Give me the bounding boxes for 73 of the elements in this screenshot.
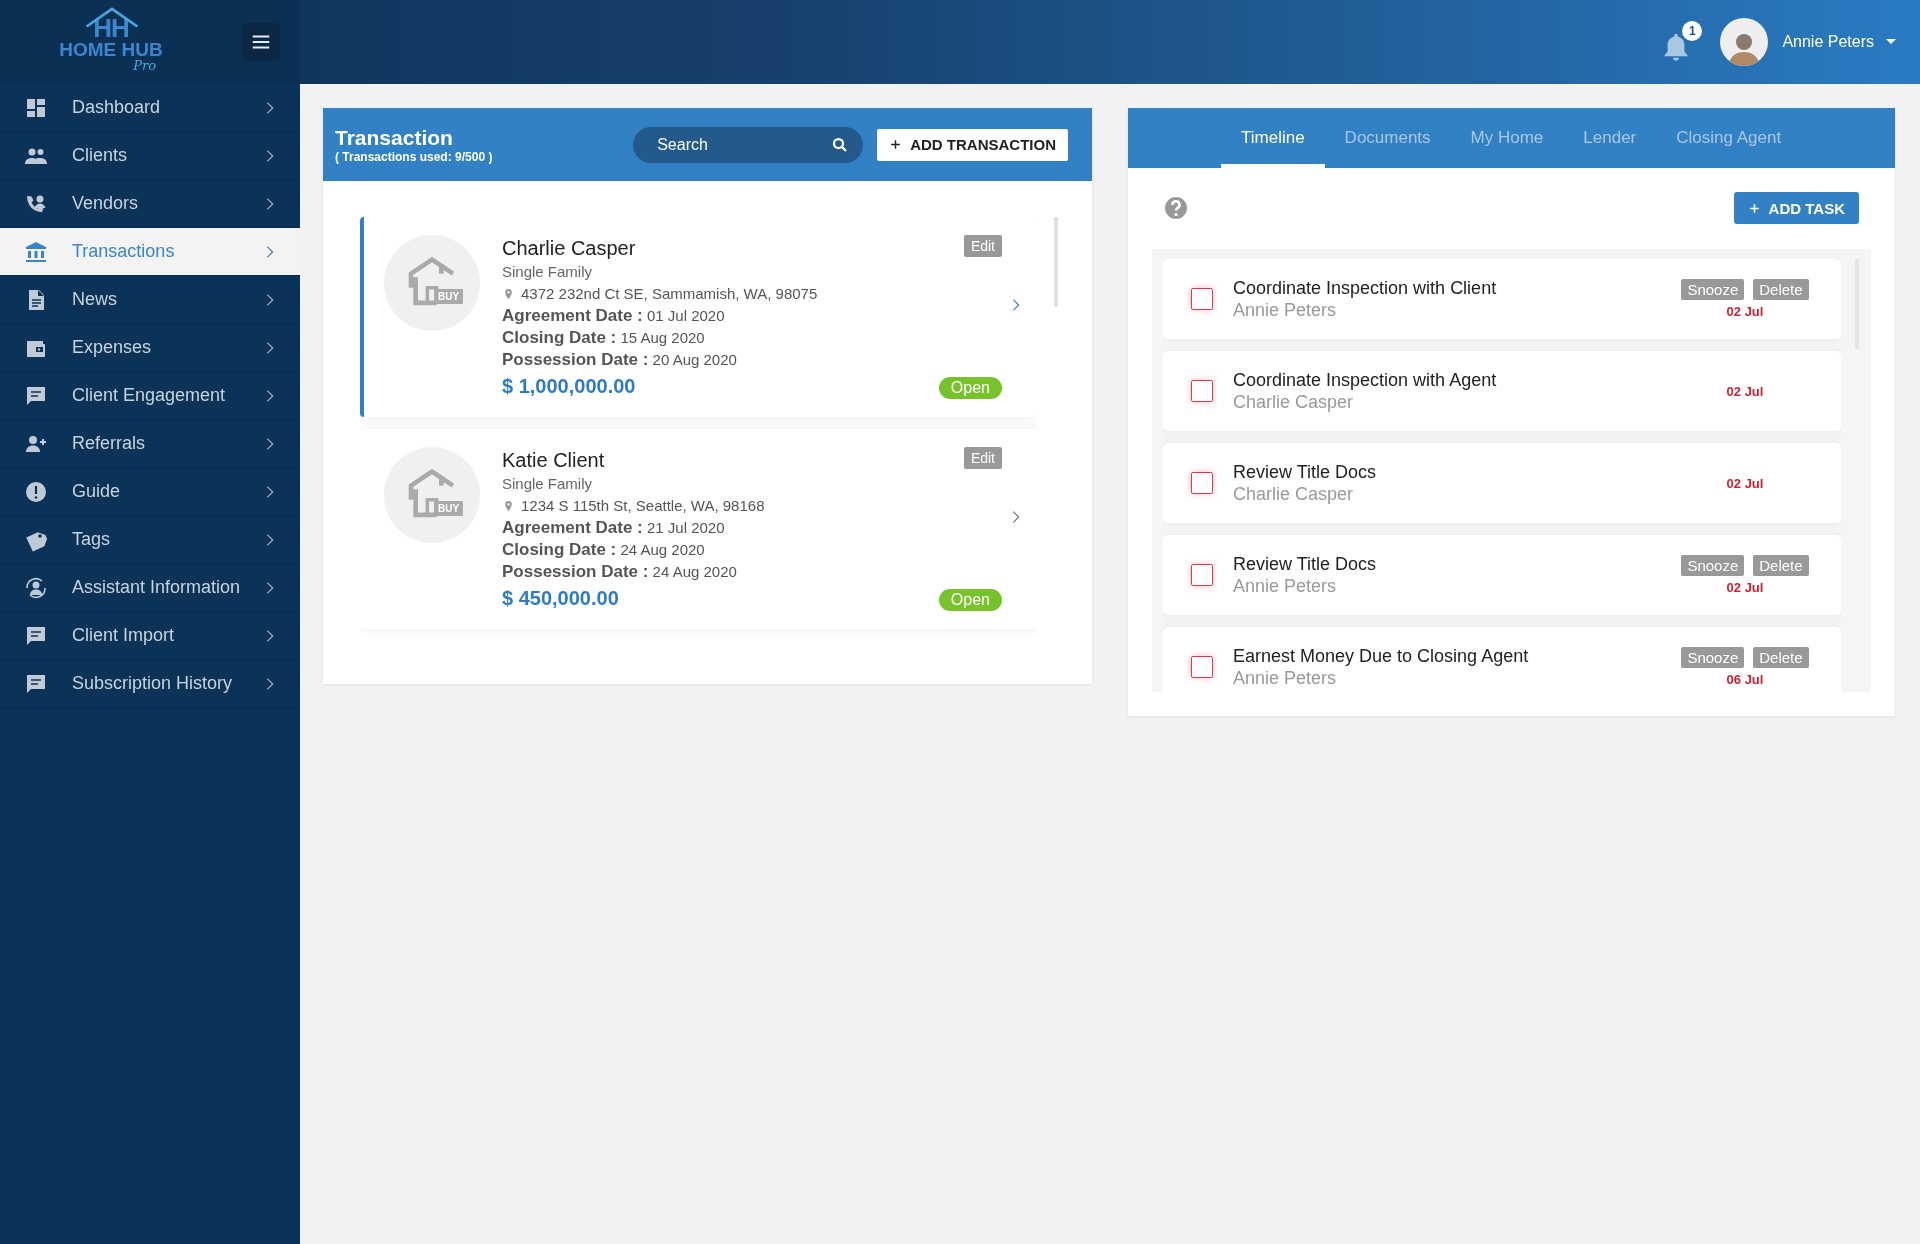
due-date: 02 Jul (1726, 475, 1764, 491)
due-date: 02 Jul (1726, 304, 1764, 319)
sidebar-item[interactable]: Tags (0, 516, 300, 564)
client-name: Charlie Casper (502, 236, 636, 261)
checkbox[interactable] (1191, 288, 1213, 310)
status-pill: Open (938, 377, 1002, 399)
pin-icon (502, 498, 515, 514)
add-task-button[interactable]: ADD TASK (1733, 192, 1859, 224)
logo-initials: HH (93, 16, 129, 40)
bank-icon (24, 239, 48, 264)
sidebar-item[interactable]: Transactions (0, 228, 300, 276)
notification-button[interactable]: 1 (1660, 21, 1703, 63)
add-transaction-button[interactable]: ADD TRANSACTION (877, 128, 1068, 161)
checkbox[interactable] (1191, 564, 1213, 586)
sidebar-item[interactable]: Referrals (0, 420, 300, 468)
date-text: Closing Date : 24 Aug 2020 (502, 539, 705, 561)
client-name: Katie Client (502, 448, 605, 473)
sidebar-item[interactable]: Client Import (0, 612, 300, 660)
menu-button[interactable] (242, 23, 280, 61)
checkbox[interactable] (1191, 656, 1213, 678)
checkbox[interactable] (1191, 472, 1213, 494)
sidebar-item[interactable]: Dashboard (0, 84, 300, 132)
date-text: Agreement Date : 01 Jul 2020 (502, 305, 725, 327)
sidebar-item[interactable]: Assistant Information (0, 564, 300, 612)
buy-tag: BUY (434, 501, 464, 516)
sidebar-item[interactable]: Client Engagement (0, 372, 300, 420)
address-text: 1234 S 115th St, Seattle, WA, 98168 (521, 496, 765, 516)
notification-badge: 1 (1682, 21, 1703, 41)
user-name[interactable]: Annie Peters (1782, 33, 1874, 51)
plus-icon (1747, 201, 1761, 215)
logo-tagline: Pro (133, 60, 156, 72)
task-title: Review Title Docs (1233, 553, 1378, 575)
help-icon (1164, 196, 1188, 220)
task-title: Coordinate Inspection with Agent (1233, 369, 1498, 391)
date-text: Agreement Date : 21 Jul 2020 (502, 517, 725, 539)
buy-tag: BUY (434, 289, 464, 304)
date-text: Possession Date : 20 Aug 2020 (502, 349, 737, 371)
due-date: 02 Jul (1726, 580, 1764, 595)
logo-text: HOME HUB (59, 40, 163, 60)
person-cycle-icon (24, 575, 48, 600)
alert-icon (24, 479, 48, 504)
task-title: Earnest Money Due to Closing Agent (1233, 645, 1530, 667)
task-person: Charlie Casper (1233, 483, 1355, 505)
property-type: Single Family (502, 474, 593, 494)
tab[interactable]: Timeline (1221, 108, 1325, 168)
task-person: Charlie Casper (1233, 391, 1355, 413)
search-field[interactable]: Search (633, 126, 864, 163)
task-person: Annie Peters (1233, 575, 1338, 597)
avatar-icon (1720, 18, 1769, 66)
task-title: Review Title Docs (1233, 461, 1378, 483)
transaction-card[interactable]: BUY Charlie Casper Single Family 4372 232nd Ct SE, Sammamish, WA, 98075 Agreement Date : 01 Jul 2020 Closing Date : 15 Aug 2020 Possession Date : 20 Aug 2020 $ 1,000,000.00 Edit Open (360, 217, 1038, 417)
due-date: 06 Jul (1726, 672, 1764, 687)
panel-title: Transaction (335, 125, 454, 150)
sidebar-item[interactable]: Subscription History (0, 660, 300, 708)
status-pill: Open (938, 589, 1002, 611)
plus-icon (889, 138, 903, 151)
usage-text: ( Transactions used: 9/500 ) (335, 149, 494, 164)
checkbox[interactable] (1191, 380, 1213, 402)
price-text: $ 1,000,000.00 (502, 375, 636, 398)
address-text: 4372 232nd Ct SE, Sammamish, WA, 98075 (521, 284, 818, 304)
task-person: Annie Peters (1233, 299, 1338, 321)
sidebar-item[interactable]: News (0, 276, 300, 324)
date-text: Closing Date : 15 Aug 2020 (502, 327, 705, 349)
property-type: Single Family (502, 262, 593, 282)
task-person: Annie Peters (1233, 667, 1338, 689)
date-text: Possession Date : 24 Aug 2020 (502, 561, 737, 583)
price-text: $ 450,000.00 (502, 587, 619, 610)
sidebar-item[interactable]: Guide (0, 468, 300, 516)
pin-icon (502, 286, 515, 302)
sidebar-item[interactable]: Expenses (0, 324, 300, 372)
sidebar-item[interactable]: Clients (0, 132, 300, 180)
task-title: Coordinate Inspection with Client (1233, 277, 1498, 299)
due-date: 02 Jul (1726, 383, 1764, 399)
